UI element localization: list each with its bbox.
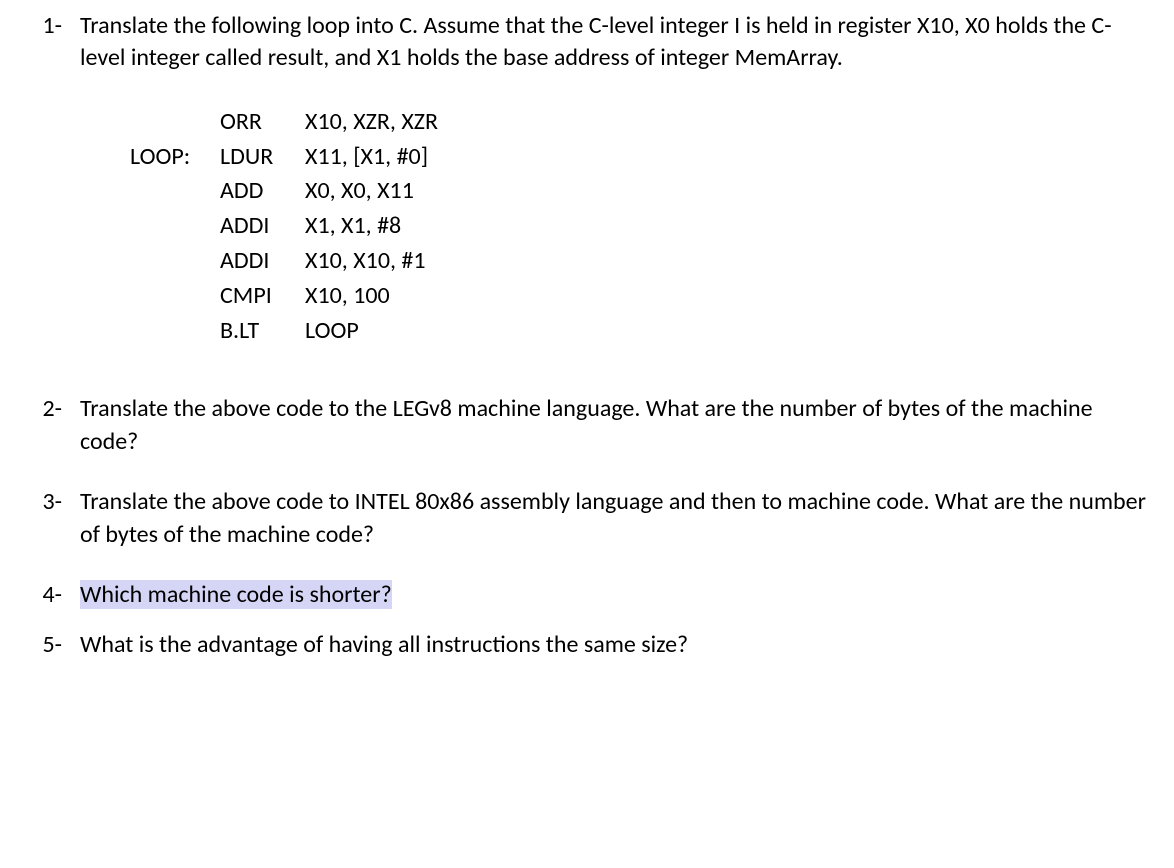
code-mnemonic: CMPI	[220, 279, 305, 314]
highlighted-text: Which machine code is shorter?	[80, 580, 392, 609]
code-line: ADDI X10, X10, #1	[130, 244, 1154, 279]
question-number: 1-	[20, 10, 80, 75]
code-line: ADD X0, X0, X11	[130, 174, 1154, 209]
code-mnemonic: ADD	[220, 174, 305, 209]
code-line: ORR X10, XZR, XZR	[130, 105, 1154, 140]
assembly-code-block: ORR X10, XZR, XZR LOOP: LDUR X11, [X1, #…	[130, 105, 1154, 349]
question-text: Which machine code is shorter?	[80, 579, 1154, 611]
question-number: 4-	[20, 579, 80, 611]
code-label	[130, 105, 220, 140]
code-label: LOOP:	[130, 140, 220, 175]
code-operands: X0, X0, X11	[305, 174, 414, 209]
code-label	[130, 209, 220, 244]
code-line: LOOP: LDUR X11, [X1, #0]	[130, 140, 1154, 175]
question-3: 3- Translate the above code to INTEL 80x…	[20, 486, 1154, 551]
code-line: ADDI X1, X1, #8	[130, 209, 1154, 244]
question-5: 5- What is the advantage of having all i…	[20, 629, 1154, 661]
question-number: 3-	[20, 486, 80, 551]
question-1: 1- Translate the following loop into C. …	[20, 10, 1154, 75]
code-operands: X11, [X1, #0]	[305, 140, 428, 175]
question-text: Translate the following loop into C. Ass…	[80, 10, 1154, 75]
question-2: 2- Translate the above code to the LEGv8…	[20, 393, 1154, 458]
code-mnemonic: LDUR	[220, 140, 305, 175]
code-mnemonic: B.LT	[220, 314, 305, 349]
question-text: Translate the above code to the LEGv8 ma…	[80, 393, 1154, 458]
question-4: 4- Which machine code is shorter?	[20, 579, 1154, 611]
code-mnemonic: ADDI	[220, 209, 305, 244]
code-operands: LOOP	[305, 314, 359, 349]
question-text: Translate the above code to INTEL 80x86 …	[80, 486, 1154, 551]
code-mnemonic: ADDI	[220, 244, 305, 279]
code-mnemonic: ORR	[220, 105, 305, 140]
code-label	[130, 314, 220, 349]
code-operands: X1, X1, #8	[305, 209, 401, 244]
code-operands: X10, X10, #1	[305, 244, 426, 279]
code-label	[130, 244, 220, 279]
code-line: B.LT LOOP	[130, 314, 1154, 349]
code-label	[130, 174, 220, 209]
code-operands: X10, XZR, XZR	[305, 105, 438, 140]
question-number: 5-	[20, 629, 80, 661]
code-operands: X10, 100	[305, 279, 390, 314]
code-line: CMPI X10, 100	[130, 279, 1154, 314]
question-number: 2-	[20, 393, 80, 458]
question-text: What is the advantage of having all inst…	[80, 629, 1154, 661]
code-label	[130, 279, 220, 314]
